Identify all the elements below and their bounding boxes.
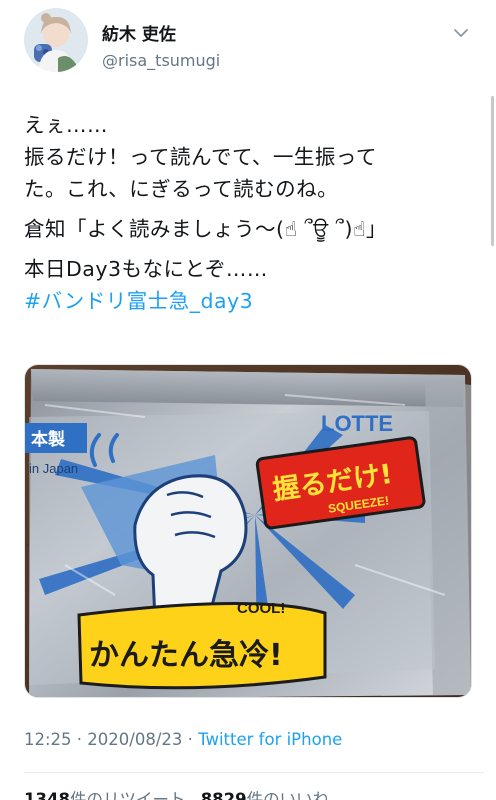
client-link[interactable]: Twitter for iPhone: [198, 730, 342, 749]
tweet-line: 本日Day3もなにとぞ……: [24, 256, 268, 281]
pack-label-made-in: in Japan: [29, 461, 78, 476]
ice-pack-photo: 本製 in Japan LOTTE 握るだけ! SQUEEZE! COOL! か…: [25, 365, 471, 697]
cool-label: COOL!: [237, 600, 285, 617]
chevron-down-icon[interactable]: [452, 24, 470, 42]
retweet-count: 1348: [24, 790, 70, 800]
avatar[interactable]: [24, 8, 88, 72]
tweet-text: えぇ…… 振るだけ！って読んでて、一生振って た。これ、にぎるって読むのね。 倉…: [24, 110, 484, 318]
display-name[interactable]: 紡木 吏佐: [102, 20, 220, 45]
tweet-stats: 1348件のリツイート 8829件のいいね: [24, 786, 329, 800]
tweet-line: えぇ……: [24, 113, 108, 137]
tweet-header: 紡木 吏佐 @risa_tsumugi: [24, 8, 484, 84]
user-names[interactable]: 紡木 吏佐 @risa_tsumugi: [102, 20, 220, 70]
avatar-photo: [24, 8, 88, 72]
tweet-line: た。これ、にぎるって読むのね。: [24, 176, 339, 201]
retweet-label: 件のリツイート: [69, 790, 186, 800]
hashtag-link[interactable]: #バンドリ富士急_day3: [24, 286, 484, 318]
like-count: 8829: [200, 790, 247, 800]
brand-logo: LOTTE: [321, 411, 393, 436]
tweet-line: 振るだけ！って読んでて、一生振って: [24, 144, 377, 169]
timestamp[interactable]: 12:25 · 2020/08/23 ·: [24, 730, 198, 749]
instant-cool-label: かんたん急冷!: [89, 638, 283, 673]
tweet-photo[interactable]: 本製 in Japan LOTTE 握るだけ! SQUEEZE! COOL! か…: [24, 364, 472, 698]
scrollbar[interactable]: [491, 96, 494, 246]
tweet-line: 倉知「よく読みましょう～(☝ ՞ਊ ՞)☝」: [24, 216, 387, 241]
tweet-meta: 12:25 · 2020/08/23 · Twitter for iPhone: [24, 730, 342, 749]
like-stat[interactable]: 8829件のいいね: [201, 790, 329, 800]
user-handle[interactable]: @risa_tsumugi: [102, 51, 220, 70]
like-label: 件のいいね: [246, 790, 330, 800]
retweet-stat[interactable]: 1348件のリツイート: [24, 790, 185, 800]
pack-label-origin: 本製: [31, 429, 65, 449]
divider: [24, 772, 484, 773]
